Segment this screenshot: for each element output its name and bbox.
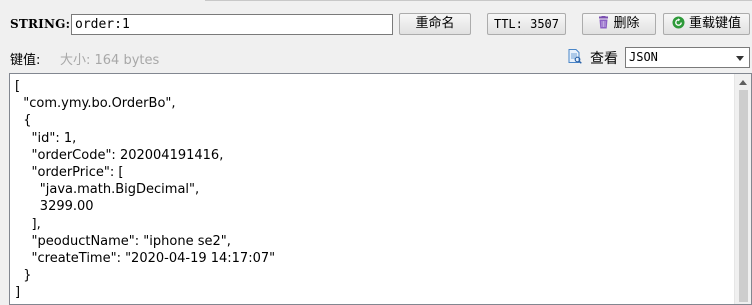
view-format-value: JSON	[629, 50, 658, 64]
reload-button[interactable]: 重载键值	[663, 13, 750, 35]
delete-button[interactable]: 删除	[582, 13, 656, 35]
value-toolbar: 键值: 大小: 164 bytes 查看 JSON	[0, 44, 752, 70]
view-format-label: 查看	[590, 51, 618, 67]
key-toolbar: STRING: 重命名 TTL: 3507 删除 重载键值	[0, 12, 752, 38]
value-editor[interactable]: [ "com.ymy.bo.OrderBo", { "id": 1, "orde…	[9, 73, 752, 305]
scrollbar-thumb[interactable]	[739, 90, 748, 302]
chevron-down-icon	[736, 56, 744, 61]
top-divider	[205, 0, 752, 1]
scroll-up-arrow-icon[interactable]	[739, 80, 747, 85]
editor-scrollbar[interactable]	[734, 74, 751, 304]
key-type-label: STRING:	[10, 17, 71, 31]
reload-button-label: 重载键值	[688, 16, 741, 31]
key-name-input[interactable]	[71, 14, 393, 35]
value-text[interactable]: [ "com.ymy.bo.OrderBo", { "id": 1, "orde…	[10, 74, 751, 302]
delete-button-label: 删除	[613, 16, 640, 31]
ttl-button[interactable]: TTL: 3507	[487, 13, 566, 35]
rename-button[interactable]: 重命名	[399, 13, 471, 35]
view-format-select[interactable]: JSON	[625, 47, 750, 68]
value-label: 键值:	[10, 53, 41, 68]
reload-icon	[672, 16, 685, 36]
document-view-icon	[568, 49, 582, 68]
trash-icon	[598, 16, 609, 36]
value-size-label: 大小: 164 bytes	[60, 53, 160, 68]
